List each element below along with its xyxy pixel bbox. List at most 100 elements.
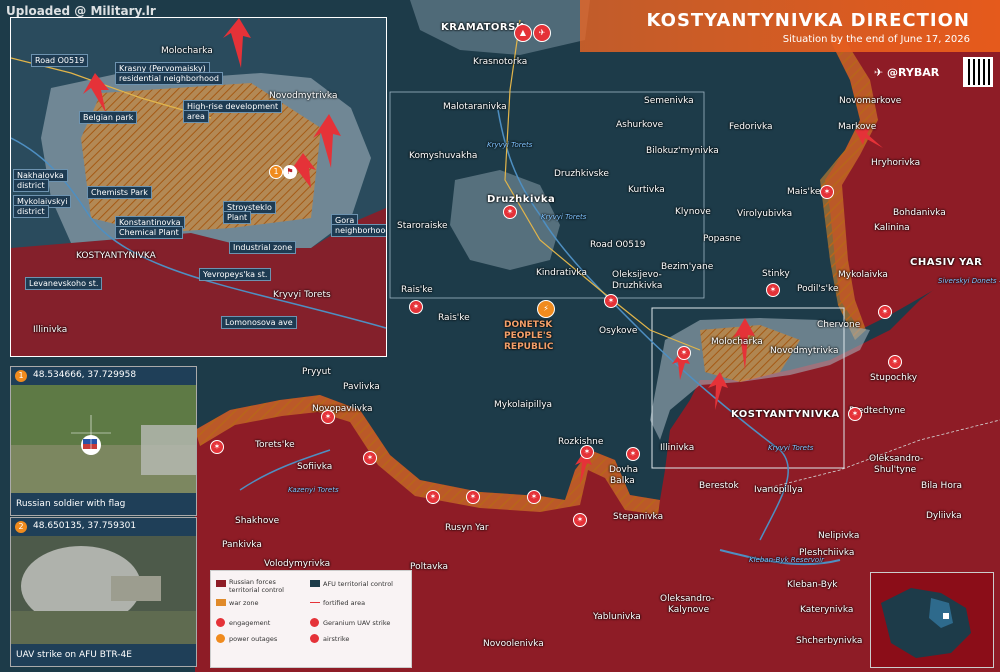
settlement-label: Druzhkivske xyxy=(554,169,609,179)
settlement-label: Yablunivka xyxy=(593,612,641,622)
settlement-label: Semenivka xyxy=(644,96,694,106)
river-label: Kleban-Byk Reservoir xyxy=(749,556,825,564)
settlement-label: Balka xyxy=(610,476,635,486)
minimap-canvas xyxy=(871,573,993,667)
inset-callout: neighborhood xyxy=(331,224,386,237)
photo-2-image xyxy=(11,536,196,644)
settlement-label: Novomarkove xyxy=(839,96,902,106)
legend-item-label: engagement xyxy=(229,619,271,627)
settlement-label: Poltavka xyxy=(410,562,449,572)
engagement-icon: ✶ xyxy=(363,451,377,465)
settlement-label: Stinky xyxy=(762,269,790,279)
engagement-icon: ✶ xyxy=(848,407,862,421)
legend-item-label: territorial control xyxy=(229,586,284,594)
inset-callout: Chemists Park xyxy=(87,186,152,199)
legend-engagement-icon xyxy=(216,618,225,627)
settlement-label: Ashurkove xyxy=(616,120,664,130)
legend-item-label: AFU territorial control xyxy=(323,580,393,588)
legend-item-label: Russian forces xyxy=(229,578,276,586)
settlement-label: Road O0519 xyxy=(590,240,646,250)
inset-callout: area xyxy=(183,110,209,123)
river-label: Kazenyi Torets xyxy=(288,486,339,494)
inset-callout: Plant xyxy=(223,211,252,224)
photo-1-marker: 1 xyxy=(269,165,283,179)
geranium-uav-icon: ✈ xyxy=(533,24,551,42)
settlement-label: Illinivka xyxy=(660,443,695,453)
watermark: Uploaded @ Military.lr xyxy=(6,4,156,18)
settlement-label: Nelipivka xyxy=(818,531,860,541)
engagement-icon: ✶ xyxy=(766,283,780,297)
settlement-label: Shcherbynivka xyxy=(796,636,863,646)
settlement-label: Stupochky xyxy=(870,373,918,383)
settlement-label: Pankivka xyxy=(222,540,262,550)
inset-callout: Belgian park xyxy=(79,111,138,124)
engagement-icon: ✶ xyxy=(888,355,902,369)
engagement-icon: ✶ xyxy=(820,185,834,199)
legend-airstrike-icon xyxy=(310,634,319,643)
engagement-icon: ✶ xyxy=(878,305,892,319)
legend-item-label: war zone xyxy=(229,599,259,607)
settlement-label: Bila Hora xyxy=(921,481,963,491)
overview-minimap xyxy=(870,572,994,668)
legend-item-label: fortified area xyxy=(323,599,366,607)
settlement-label: Dovha xyxy=(609,465,638,475)
settlement-label: Druzhkivka xyxy=(612,281,663,291)
photo-1-coords: 48.534666, 37.729958 xyxy=(33,370,137,380)
engagement-icon: ✶ xyxy=(580,445,594,459)
map-subtitle: Situation by the end of June 17, 2026 xyxy=(782,34,970,45)
settlement-label: Mykolaivka xyxy=(838,270,888,280)
legend-item-label: Geranium UAV strike xyxy=(323,619,391,627)
settlement-label: Kalinina xyxy=(874,223,910,233)
photo-1-image xyxy=(11,385,196,493)
inset-callout: Chemical Plant xyxy=(115,226,183,239)
inset-settlement-label: Kryvyi Torets xyxy=(273,290,331,300)
legend-swatch-russian xyxy=(216,580,226,587)
settlement-label: Podil's'ke xyxy=(797,284,839,294)
inset-map: Molocharka Novodmytrivka KOSTYANTYNIVKA Ill… xyxy=(10,17,387,357)
settlement-label: Dyliivka xyxy=(926,511,962,521)
settlement-label: Druzhkivka xyxy=(487,194,556,205)
power-outage-icon: ⚡ xyxy=(537,300,555,318)
legend-power-outage-icon xyxy=(216,634,225,643)
river-label: Kryvyi Torets xyxy=(541,213,587,221)
inset-callout: residential neighborhood xyxy=(115,72,223,85)
settlement-label: Rais'ke xyxy=(401,285,433,295)
engagement-icon: ✶ xyxy=(503,205,517,219)
settlement-label: Novoolenivka xyxy=(483,639,544,649)
title-banner: KOSTYANTYNIVKA DIRECTION Situation by th… xyxy=(580,0,1000,52)
flag-icon: ⚑ xyxy=(283,165,297,179)
legend-swatch-afu xyxy=(310,580,320,587)
engagement-icon: ✶ xyxy=(527,490,541,504)
settlement-label: Rais'ke xyxy=(438,313,470,323)
settlement-label: Ivanopillya xyxy=(754,485,803,495)
photo-1-caption: Russian soldier with flag xyxy=(11,493,196,515)
region-label-line2: PEOPLE'S xyxy=(504,331,553,341)
settlement-label: Markove xyxy=(838,122,877,132)
engagement-icon: ✶ xyxy=(573,513,587,527)
settlement-label: Shul'tyne xyxy=(874,465,917,475)
airstrike-icon: ▲ xyxy=(514,24,532,42)
inset-callout: Industrial zone xyxy=(229,241,297,254)
settlement-label: KOSTYANTYNIVKA xyxy=(731,409,840,420)
engagement-icon: ✶ xyxy=(321,410,335,424)
settlement-label: Virolyubivka xyxy=(737,209,793,219)
settlement-label: Molocharka xyxy=(711,337,763,347)
legend-item-label: airstrike xyxy=(323,635,350,643)
engagement-icon: ✶ xyxy=(466,490,480,504)
settlement-label: Volodymyrivka xyxy=(264,559,331,569)
inset-callout: district xyxy=(13,179,49,192)
settlement-label: Pavlivka xyxy=(343,382,380,392)
inset-settlement-label: Illinivka xyxy=(33,325,68,335)
settlement-label: Hryhorivka xyxy=(871,158,921,168)
settlement-label: Bohdanivka xyxy=(893,208,946,218)
settlement-label: Kurtivka xyxy=(628,185,665,195)
settlement-label: Shakhove xyxy=(235,516,280,526)
photo-1-number: 1 xyxy=(15,370,27,382)
settlement-label: Stepanivka xyxy=(613,512,664,522)
settlement-label: Rusyn Yar xyxy=(445,523,489,533)
inset-settlement-label: Molocharka xyxy=(161,46,213,56)
brand-label: ✈ @RYBAR xyxy=(874,66,940,79)
settlement-label: Torets'ke xyxy=(255,440,295,450)
settlement-label: Osykove xyxy=(599,326,638,336)
settlement-label: Kleban-Byk xyxy=(787,580,838,590)
